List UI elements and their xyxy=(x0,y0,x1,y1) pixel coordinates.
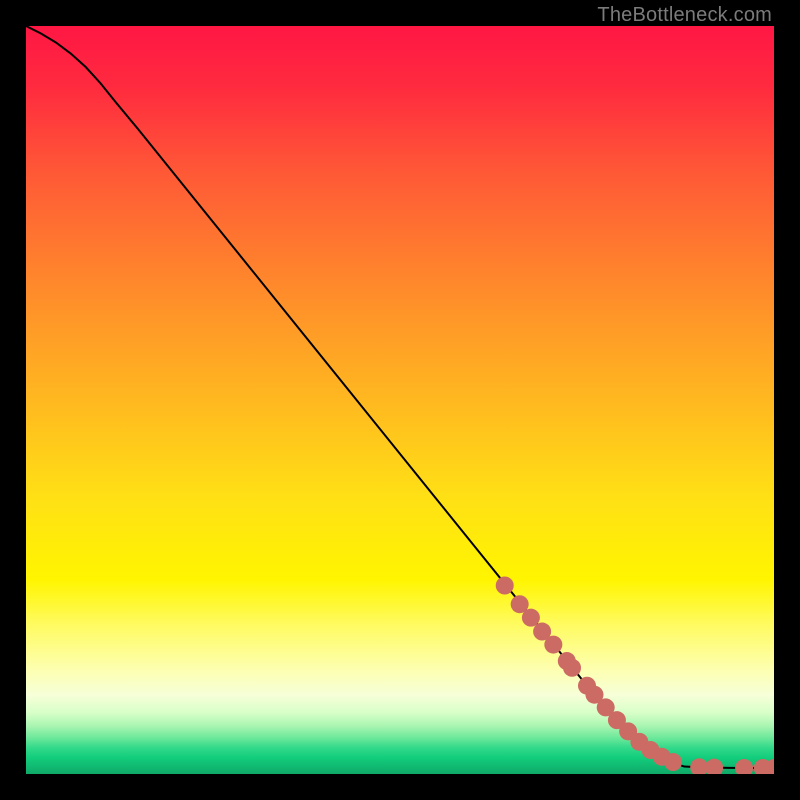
data-point xyxy=(522,609,540,627)
data-point xyxy=(664,753,682,771)
data-point xyxy=(544,636,562,654)
data-point xyxy=(563,659,581,677)
data-point xyxy=(496,577,514,595)
gradient-background xyxy=(26,26,774,774)
chart-plot xyxy=(26,26,774,774)
watermark-label: TheBottleneck.com xyxy=(597,4,772,27)
chart-frame xyxy=(26,26,774,774)
